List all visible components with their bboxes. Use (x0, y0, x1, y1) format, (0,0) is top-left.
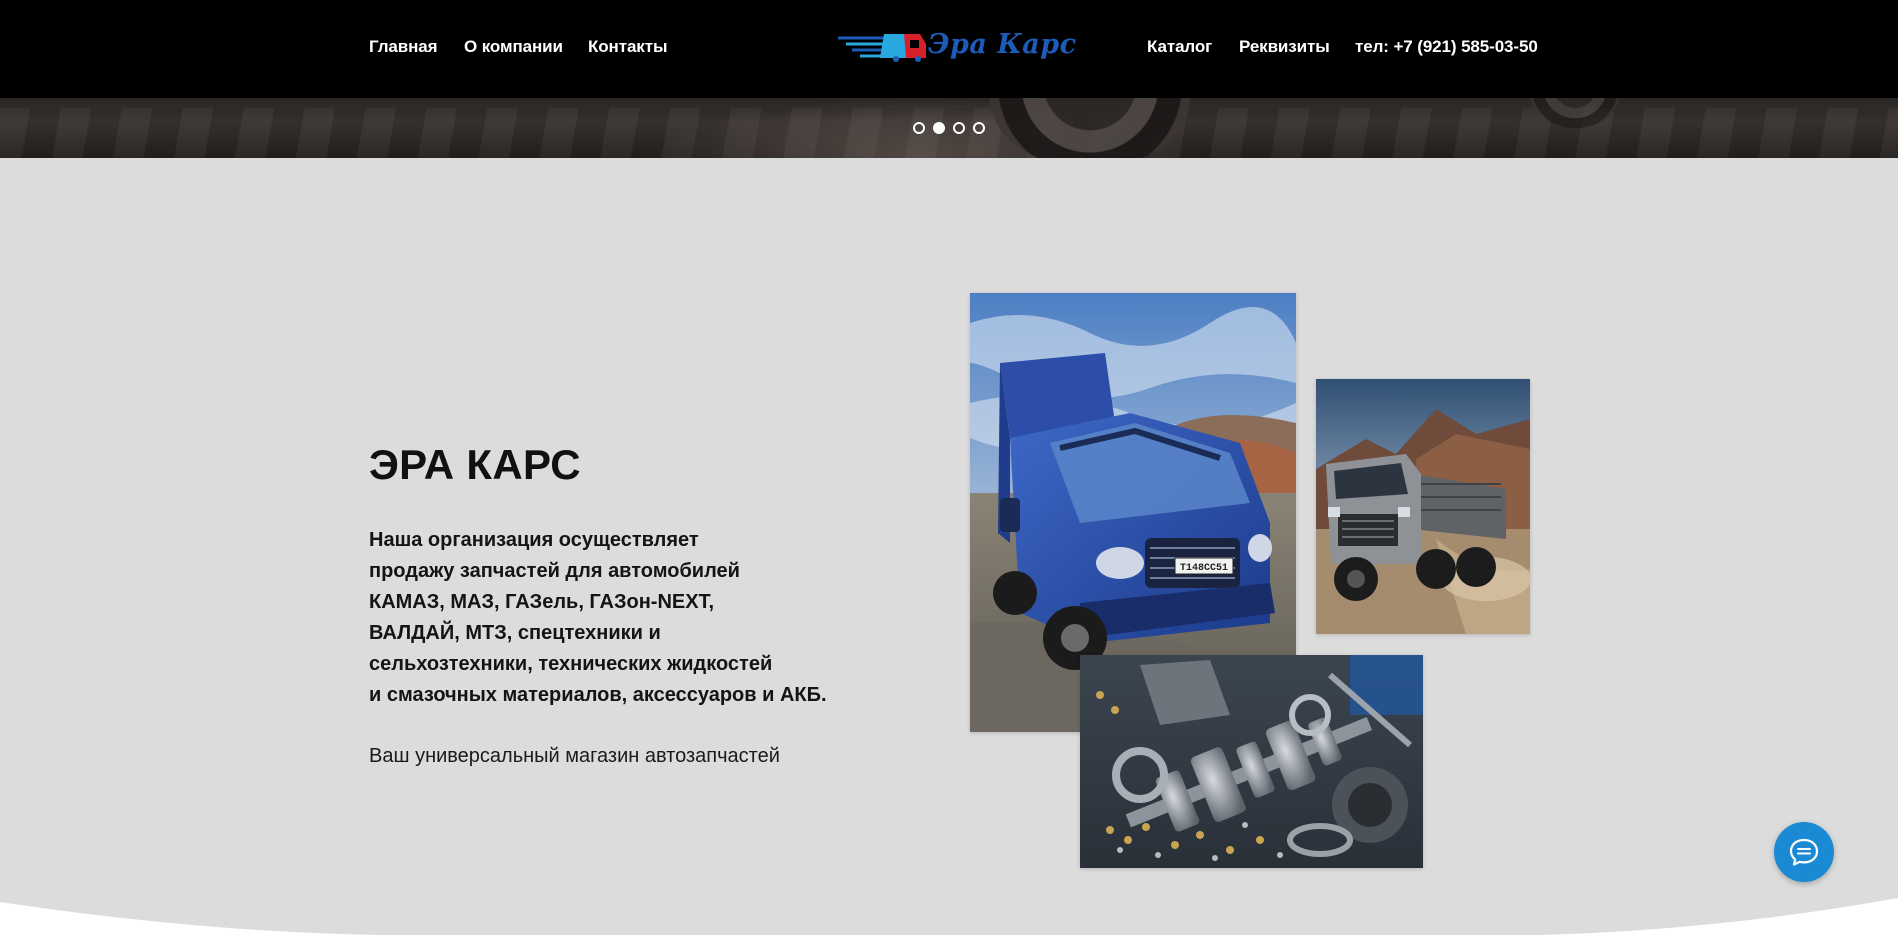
slider-dots (913, 122, 985, 134)
chat-bubble-icon (1789, 838, 1819, 866)
description-line: КАМАЗ, МАЗ, ГАЗель, ГАЗон-NEXT, (369, 591, 715, 613)
nav-link-catalog[interactable]: Каталог (1147, 37, 1212, 57)
description-line: продажу запчастей для автомобилей (369, 560, 740, 582)
slider-dot-1[interactable] (913, 122, 925, 134)
page-title: ЭРА КАРС (369, 441, 581, 488)
footer-wave (0, 898, 1898, 935)
slider-dot-2[interactable] (933, 122, 945, 134)
nav-link-requisites[interactable]: Реквизиты (1239, 37, 1330, 57)
company-description: Наша организация осуществляет продажу за… (369, 525, 849, 711)
nav-link-home[interactable]: Главная (369, 37, 438, 57)
gearbox-parts-photo (1080, 655, 1423, 868)
slider-dot-4[interactable] (973, 122, 985, 134)
logo-text[interactable]: Эра Карс (928, 29, 1077, 60)
site-header: Главная О компании Контакты Эра Карс Кат… (0, 0, 1898, 98)
license-plate: T148CC51 (1180, 563, 1228, 574)
description-line: Наша организация осуществляет (369, 529, 699, 551)
nav-link-contacts[interactable]: Контакты (588, 37, 667, 57)
hero-slider (0, 98, 1898, 158)
description-line: сельхозтехники, технических жидкостей (369, 653, 773, 675)
nav-link-phone[interactable]: тел: +7 (921) 585-03-50 (1355, 37, 1538, 57)
ural-truck-photo (1316, 379, 1530, 634)
description-line: и смазочных материалов, аксессуаров и АК… (369, 684, 827, 706)
description-line: ВАЛДАЙ, МТЗ, спецтехники и (369, 622, 661, 644)
nav-link-about[interactable]: О компании (464, 37, 563, 57)
tagline: Ваш универсальный магазин автозапчастей (369, 745, 780, 767)
slider-dot-3[interactable] (953, 122, 965, 134)
chat-button[interactable] (1774, 822, 1834, 882)
